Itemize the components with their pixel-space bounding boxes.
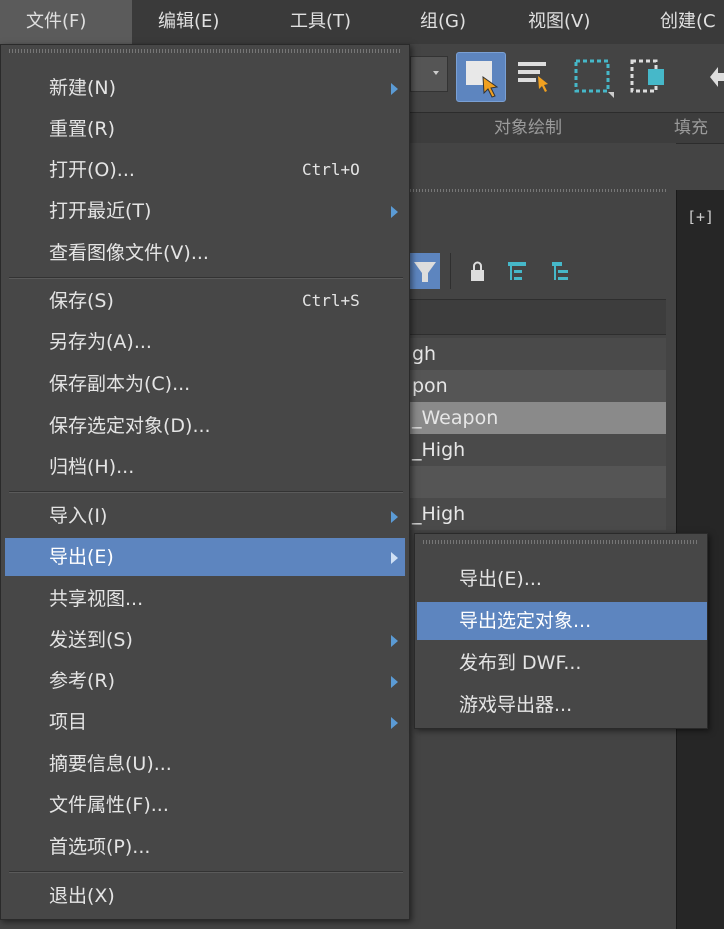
window-crossing-icon — [630, 59, 664, 93]
menu-item-export[interactable]: 导出(E) — [5, 538, 405, 576]
shortcut-text: Ctrl+S — [302, 291, 360, 310]
menu-item-archive[interactable]: 归档(H)... — [5, 448, 405, 486]
submenu-arrow-icon — [391, 511, 398, 523]
select-by-name-button[interactable] — [510, 52, 560, 102]
lock-icon[interactable] — [468, 259, 488, 285]
hierarchy-alt-icon[interactable] — [550, 259, 574, 285]
ribbon-label-object-paint[interactable]: 对象绘制 — [494, 113, 562, 143]
menu-item-project[interactable]: 项目 — [5, 703, 405, 741]
panel-grip — [410, 189, 666, 192]
select-object-button[interactable] — [456, 52, 506, 102]
menu-tools[interactable]: 工具(T) — [290, 0, 351, 44]
menu-file[interactable]: 文件(F) — [0, 0, 132, 44]
menu-item-reset[interactable]: 重置(R) — [5, 110, 405, 148]
submenu-arrow-icon — [391, 635, 398, 647]
menu-item-reference[interactable]: 参考(R) — [5, 662, 405, 700]
menu-tear-off — [423, 540, 699, 544]
menu-views[interactable]: 视图(V) — [528, 0, 590, 44]
menu-item-open[interactable]: 打开(O)... Ctrl+O — [5, 151, 405, 189]
submenu-arrow-icon — [391, 552, 398, 564]
rectangular-selection-button[interactable] — [568, 52, 618, 102]
menu-bar: 文件(F) 编辑(E) 工具(T) 组(G) 视图(V) 创建(C — [0, 0, 724, 45]
submenu-item-export-selected[interactable]: 导出选定对象... — [417, 602, 707, 640]
scene-row[interactable]: gh — [410, 338, 666, 370]
menu-item-save-selected[interactable]: 保存选定对象(D)... — [5, 407, 405, 445]
menu-item-save[interactable]: 保存(S) Ctrl+S — [5, 282, 405, 320]
export-submenu: 导出(E)... 导出选定对象... 发布到 DWF... 游戏导出器... — [414, 533, 708, 729]
menu-item-open-recent[interactable]: 打开最近(T) — [5, 192, 405, 230]
menu-item-view-image-file[interactable]: 查看图像文件(V)... — [5, 234, 405, 272]
menu-item-summary-info[interactable]: 摘要信息(U)... — [5, 745, 405, 783]
menu-item-exit[interactable]: 退出(X) — [5, 877, 405, 915]
select-object-icon — [466, 61, 499, 98]
scene-row[interactable]: _High — [410, 434, 666, 466]
shortcut-text: Ctrl+O — [302, 160, 360, 179]
menu-separator — [9, 491, 403, 493]
file-menu: 新建(N) 重置(R) 打开(O)... Ctrl+O 打开最近(T) 查看图像文… — [0, 44, 410, 920]
selection-filter-dropdown[interactable] — [410, 56, 448, 92]
submenu-arrow-icon — [391, 676, 398, 688]
menu-item-file-properties[interactable]: 文件属性(F)... — [5, 786, 405, 824]
submenu-item-publish-dwf[interactable]: 发布到 DWF... — [417, 644, 707, 682]
menu-item-new[interactable]: 新建(N) — [5, 69, 405, 107]
menu-item-share-view[interactable]: 共享视图... — [5, 580, 405, 618]
scene-row[interactable]: _High — [410, 498, 666, 530]
column-header — [410, 299, 666, 335]
submenu-arrow-icon — [391, 206, 398, 218]
menu-separator — [9, 871, 403, 873]
menu-item-save-copy-as[interactable]: 保存副本为(C)... — [5, 365, 405, 403]
menu-item-send-to[interactable]: 发送到(S) — [5, 621, 405, 659]
filter-icon — [414, 262, 436, 282]
scene-row[interactable]: _Weapon — [410, 402, 666, 434]
chevron-down-icon — [433, 71, 439, 75]
move-button[interactable] — [690, 52, 724, 102]
submenu-arrow-icon — [391, 717, 398, 729]
menu-group[interactable]: 组(G) — [420, 0, 466, 44]
menu-item-preferences[interactable]: 首选项(P)... — [5, 828, 405, 866]
menu-separator — [9, 277, 403, 279]
menu-tear-off — [9, 49, 401, 53]
submenu-item-export[interactable]: 导出(E)... — [417, 560, 707, 598]
menu-create[interactable]: 创建(C — [660, 0, 716, 44]
window-crossing-button[interactable] — [624, 52, 674, 102]
select-by-name-icon — [518, 62, 548, 92]
move-icon — [710, 67, 724, 87]
main-toolbar — [410, 44, 724, 112]
hierarchy-icon[interactable] — [506, 259, 530, 285]
menu-edit[interactable]: 编辑(E) — [158, 0, 219, 44]
ribbon-label-bar: 对象绘制 填充 — [410, 112, 724, 144]
ribbon-label-fill[interactable]: 填充 — [674, 113, 708, 143]
scene-row[interactable]: pon — [410, 370, 666, 402]
filter-button[interactable] — [410, 253, 440, 289]
submenu-arrow-icon — [391, 83, 398, 95]
scene-row[interactable] — [410, 466, 666, 498]
menu-item-import[interactable]: 导入(I) — [5, 497, 405, 535]
menu-item-save-as[interactable]: 另存为(A)... — [5, 323, 405, 361]
viewport-label[interactable]: [+] — [687, 208, 714, 226]
divider — [450, 253, 451, 289]
submenu-item-game-exporter[interactable]: 游戏导出器... — [417, 686, 707, 724]
rectangular-selection-icon — [574, 59, 614, 98]
